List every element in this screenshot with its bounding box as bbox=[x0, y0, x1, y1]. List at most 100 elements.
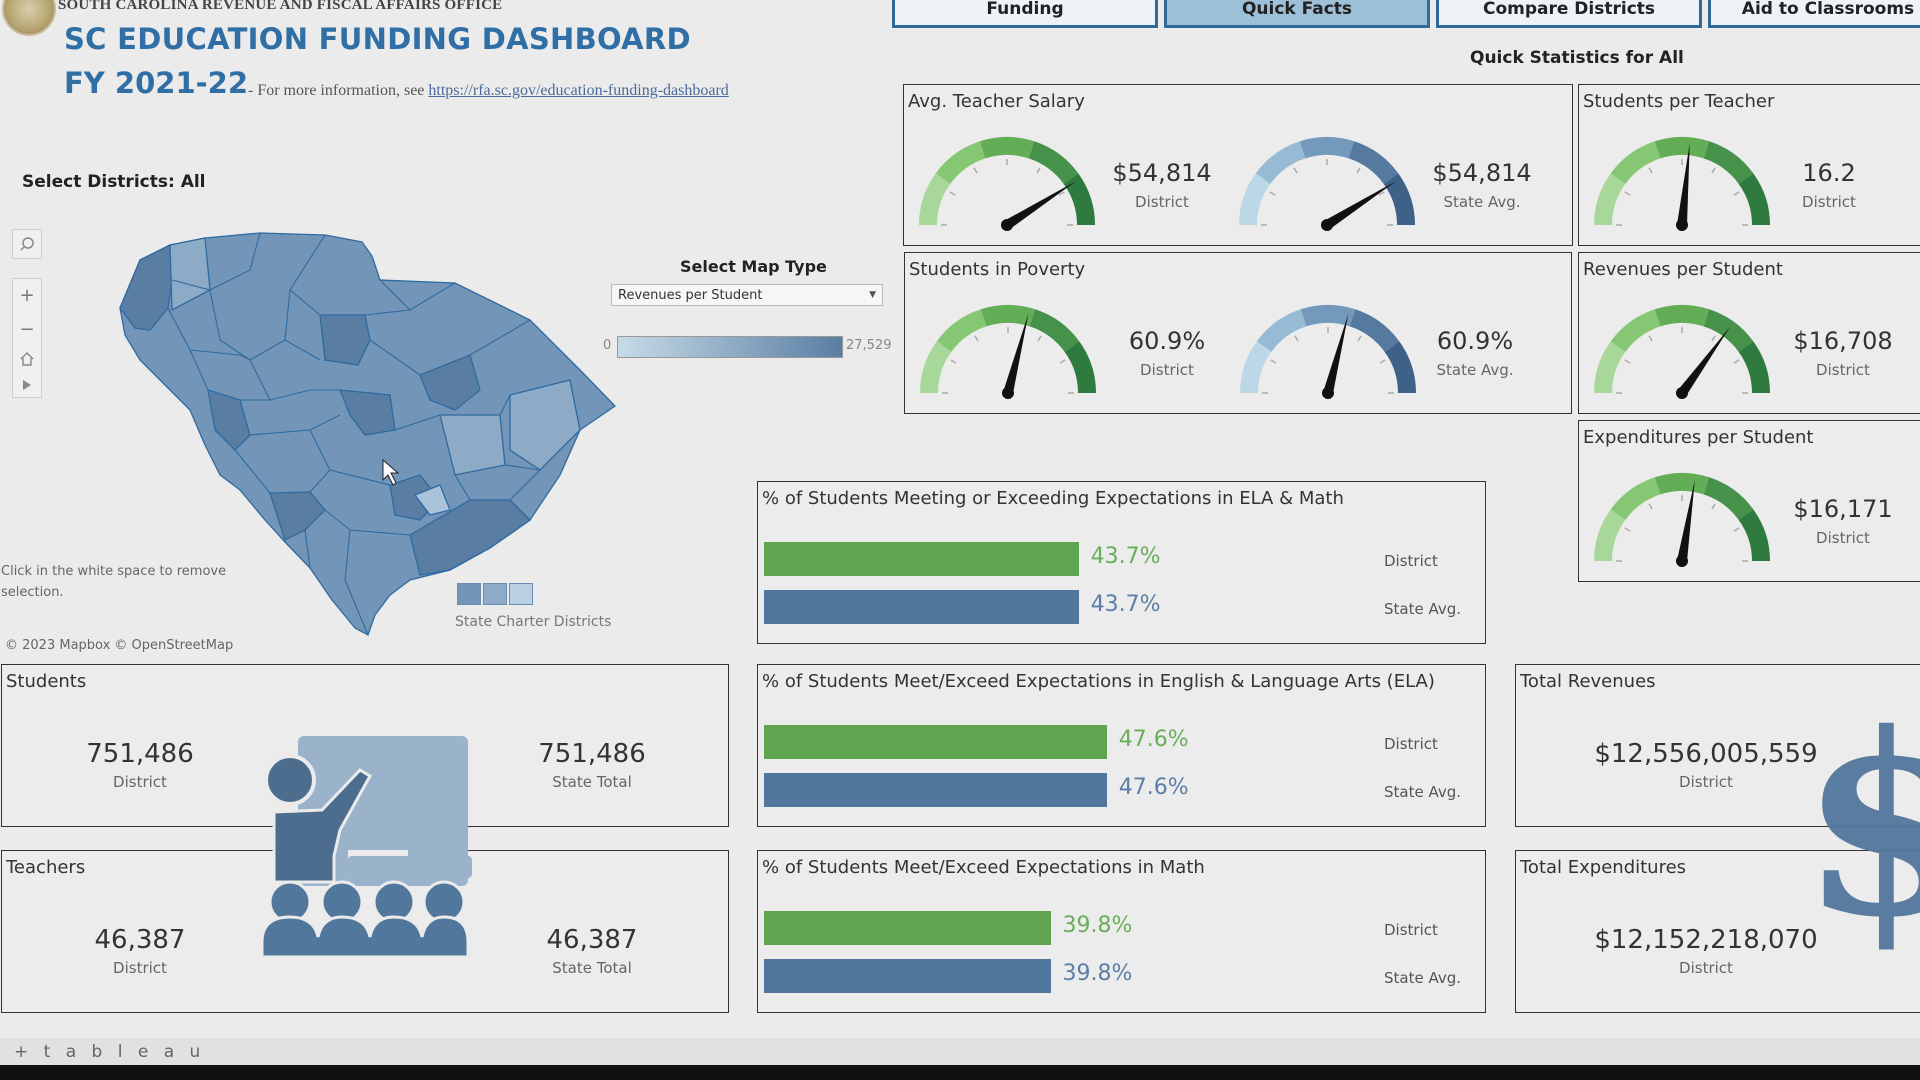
gauge-tick bbox=[1294, 335, 1299, 342]
gauge-segment bbox=[1610, 309, 1661, 352]
state-value: 47.6% bbox=[1118, 775, 1189, 800]
gauge-tick bbox=[1711, 335, 1716, 342]
district-value: $16,708 bbox=[1793, 327, 1893, 355]
state-value: 751,486 bbox=[538, 739, 646, 769]
gauge-tick bbox=[1269, 191, 1276, 196]
panel-expenditures-per-student: Expenditures per Student $16,171 Distric… bbox=[1578, 420, 1920, 582]
district-bar bbox=[764, 911, 1051, 945]
gauge-segment bbox=[979, 137, 1035, 159]
gauge-segment bbox=[1654, 137, 1710, 159]
district-gauge bbox=[1594, 473, 1770, 567]
tab-funding[interactable]: Funding bbox=[892, 0, 1158, 28]
gauge-segment bbox=[1063, 173, 1095, 225]
tab-quick-facts[interactable]: Quick Facts bbox=[1164, 0, 1430, 28]
tableau-footer: + t a b l e a u bbox=[0, 1038, 1920, 1068]
gauge-segment bbox=[1703, 309, 1754, 352]
gauge-segment bbox=[1594, 173, 1626, 225]
gauge-segment bbox=[1610, 141, 1661, 184]
dashboard-title: SC EDUCATION FUNDING DASHBOARD bbox=[64, 22, 691, 56]
map-type-label: Select Map Type bbox=[680, 257, 827, 276]
tab-aid-to-classrooms[interactable]: Aid to Classrooms bbox=[1708, 0, 1920, 28]
gauge-tick bbox=[1356, 167, 1361, 174]
zoom-in-icon[interactable]: + bbox=[19, 285, 34, 306]
panel-title: % of Students Meet/Exceed Expectations i… bbox=[762, 857, 1205, 878]
gauge-needle bbox=[1677, 326, 1731, 396]
district-gauge bbox=[920, 305, 1096, 399]
gauge-tick bbox=[1624, 191, 1631, 196]
charter-district-swatch[interactable] bbox=[509, 583, 533, 605]
zoom-out-icon[interactable]: − bbox=[19, 319, 34, 340]
play-icon[interactable] bbox=[22, 379, 32, 391]
district-value: 39.8% bbox=[1062, 913, 1133, 938]
gauge-segment bbox=[1348, 141, 1399, 184]
panel-title: % of Students Meeting or Exceeding Expec… bbox=[762, 488, 1344, 509]
state-label: State Avg. bbox=[1436, 361, 1514, 379]
state-value: 60.9% bbox=[1436, 327, 1514, 355]
district-value: 43.7% bbox=[1090, 544, 1161, 569]
panel-title: Students in Poverty bbox=[909, 259, 1086, 280]
gauge-hub bbox=[1322, 387, 1334, 399]
gauge-tick bbox=[974, 335, 979, 342]
panel-students-in-poverty: Students in Poverty 60.9% District 60.9%… bbox=[904, 252, 1572, 414]
map-search-button[interactable] bbox=[12, 229, 42, 259]
rfa-seal-logo bbox=[2, 0, 56, 36]
map-type-dropdown[interactable]: Revenues per Student ▼ bbox=[611, 284, 883, 306]
gauge-segment bbox=[980, 305, 1036, 327]
gauge-segment bbox=[1240, 341, 1272, 393]
gauge-hub bbox=[1001, 219, 1013, 231]
search-icon bbox=[20, 237, 34, 251]
gauge-segment bbox=[1349, 309, 1400, 352]
district-label: District bbox=[1384, 552, 1438, 570]
gauge-segment bbox=[1594, 509, 1626, 561]
select-districts-value: All bbox=[180, 172, 206, 192]
state-value: $54,814 bbox=[1432, 159, 1532, 187]
panel-math-achievement: % of Students Meet/Exceed Expectations i… bbox=[757, 850, 1486, 1013]
tab-compare-districts[interactable]: Compare Districts bbox=[1436, 0, 1702, 28]
district-region[interactable] bbox=[509, 379, 581, 471]
tableau-logo[interactable]: + t a b l e a u bbox=[14, 1042, 205, 1062]
gauge-segment bbox=[1610, 477, 1661, 520]
state-label: State Total bbox=[552, 773, 632, 791]
district-label: District bbox=[113, 773, 167, 791]
charter-district-swatch[interactable] bbox=[483, 583, 507, 605]
gauge-tick bbox=[1648, 503, 1653, 510]
more-info-link[interactable]: https://rfa.sc.gov/education-funding-das… bbox=[428, 82, 728, 99]
state-label: State Avg. bbox=[1384, 969, 1462, 987]
state-bar bbox=[764, 590, 1079, 624]
gauge-segment bbox=[1064, 341, 1096, 393]
gauge-tick bbox=[950, 359, 957, 364]
gauge-segment bbox=[1654, 305, 1710, 327]
gauge-needle bbox=[1323, 313, 1349, 395]
legend-min: 0 bbox=[603, 338, 612, 353]
gauge-segment bbox=[1300, 305, 1356, 327]
gauge-segment bbox=[1703, 141, 1754, 184]
state-charter-districts[interactable] bbox=[457, 583, 533, 605]
gauge-segment bbox=[1256, 309, 1307, 352]
district-value: 47.6% bbox=[1118, 727, 1189, 752]
panel-title: Revenues per Student bbox=[1583, 259, 1783, 280]
charter-district-swatch[interactable] bbox=[457, 583, 481, 605]
home-icon[interactable] bbox=[20, 352, 34, 366]
state-label: State Total bbox=[552, 959, 632, 977]
gauge-tick bbox=[1624, 527, 1631, 532]
gauge-tick bbox=[1379, 359, 1386, 364]
panel-title: Teachers bbox=[6, 857, 86, 878]
gauge-segment bbox=[1028, 141, 1079, 184]
district-label: District bbox=[1816, 529, 1870, 547]
gauge-segment bbox=[1383, 173, 1415, 225]
map-hint: Click in the white space to remove selec… bbox=[1, 564, 227, 600]
legend-max: 27,529 bbox=[846, 338, 892, 353]
district-label: District bbox=[113, 959, 167, 977]
district-value: $16,171 bbox=[1793, 495, 1893, 523]
gauge-tick bbox=[1270, 359, 1277, 364]
total-expenditures-value: $12,152,218,070 bbox=[1594, 925, 1818, 955]
more-info: - For more information, see https://rfa.… bbox=[248, 82, 729, 100]
select-districts[interactable]: Select Districts: All bbox=[22, 172, 206, 192]
select-districts-label: Select Districts: bbox=[22, 172, 175, 192]
total-expenditures-label: District bbox=[1679, 959, 1733, 977]
state-charter-label: State Charter Districts bbox=[455, 614, 612, 630]
state-label: State Avg. bbox=[1384, 600, 1462, 618]
gauge-tick bbox=[1624, 359, 1631, 364]
map-type-value: Revenues per Student bbox=[618, 287, 763, 303]
district-bar bbox=[764, 725, 1107, 759]
